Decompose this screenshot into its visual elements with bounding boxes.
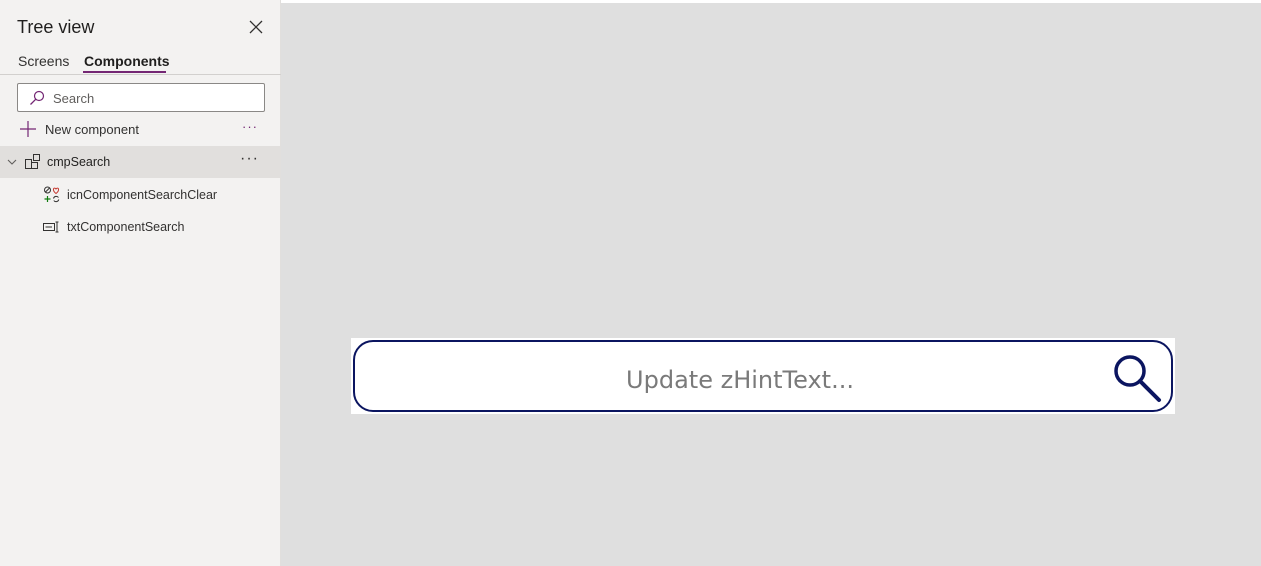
tree-item-cmpsearch[interactable]: cmpSearch ··· — [0, 146, 281, 178]
item-more-options-button[interactable]: ··· — [240, 150, 259, 168]
tree-item-label: icnComponentSearchClear — [67, 188, 218, 202]
search-component-input[interactable]: Update zHintText... — [353, 340, 1173, 412]
panel-title: Tree view — [17, 17, 95, 37]
active-tab-indicator — [83, 71, 166, 73]
search-box[interactable] — [17, 83, 265, 112]
search-component[interactable]: Update zHintText... — [351, 338, 1175, 414]
more-options-button[interactable]: ··· — [242, 119, 258, 134]
canvas-top-edge — [281, 0, 1261, 3]
icons-control-icon — [44, 186, 60, 203]
tab-screens[interactable]: Screens — [18, 53, 69, 69]
magnifier-icon[interactable] — [1107, 350, 1163, 406]
tree-item-txtcomponentsearch[interactable]: txtComponentSearch — [0, 213, 281, 241]
tree-item-label: txtComponentSearch — [67, 220, 185, 234]
plus-icon — [20, 121, 36, 137]
search-icon — [30, 90, 45, 105]
new-component-button[interactable]: New component — [18, 120, 238, 140]
component-icon — [25, 154, 40, 169]
tree-item-icncomponentsearchclear[interactable]: icnComponentSearchClear — [0, 181, 281, 209]
tree-item-label: cmpSearch — [47, 155, 111, 169]
tab-divider — [0, 74, 281, 75]
tree-view-panel: Tree view Screens Components New compone… — [0, 0, 281, 566]
text-input-control-icon — [43, 221, 59, 233]
new-component-label: New component — [45, 122, 139, 137]
chevron-down-icon[interactable] — [7, 157, 17, 167]
search-input[interactable] — [53, 88, 253, 108]
hint-text: Update zHintText... — [626, 366, 854, 394]
tab-components[interactable]: Components — [84, 53, 170, 69]
close-icon[interactable] — [247, 18, 265, 36]
